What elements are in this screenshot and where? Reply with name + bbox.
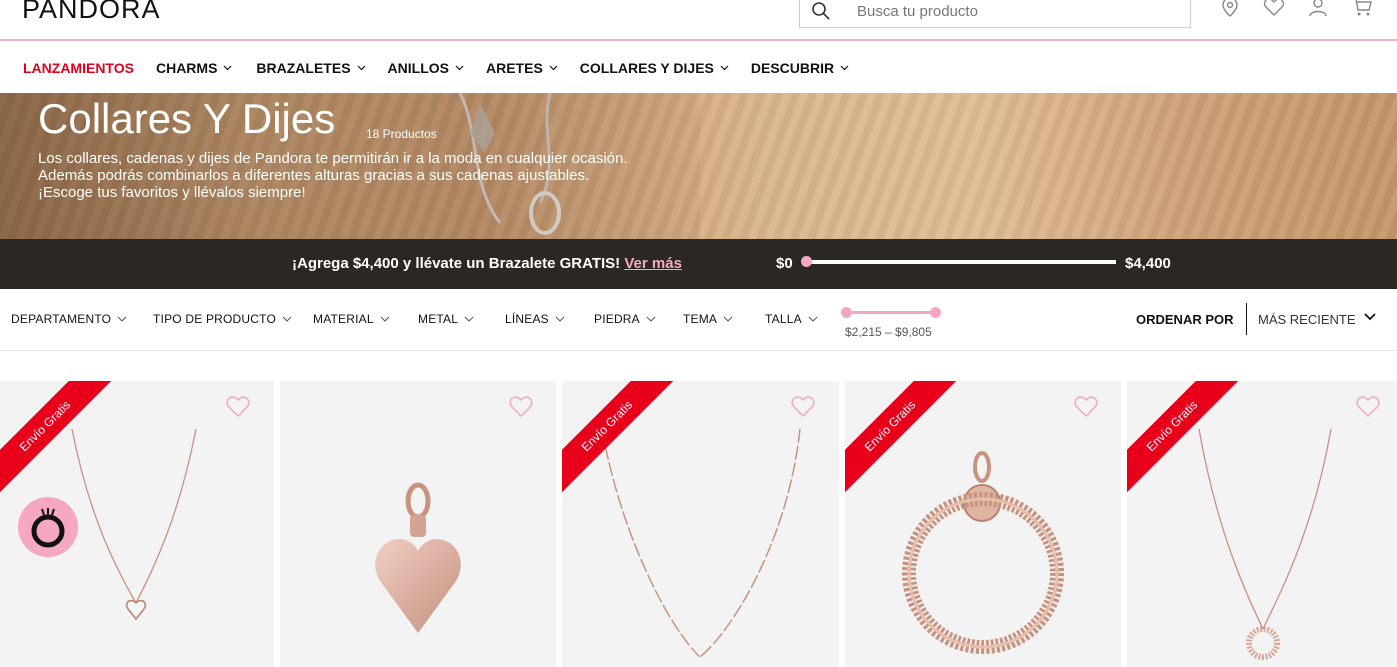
- main-nav: LANZAMIENTOS CHARMS BRAZALETES ANILLOS A…: [0, 43, 1397, 93]
- price-range-label: $2,215 – $9,805: [845, 325, 932, 339]
- nav-item-charms[interactable]: CHARMS: [156, 60, 232, 76]
- wishlist-heart-icon[interactable]: [508, 395, 534, 419]
- price-range-max-handle[interactable]: [930, 307, 941, 318]
- search-input[interactable]: [857, 2, 1157, 20]
- filter-talla[interactable]: TALLA: [765, 312, 818, 326]
- price-range-slider[interactable]: $2,215 – $9,805: [841, 307, 941, 339]
- filter-piedra[interactable]: PIEDRA: [594, 312, 656, 326]
- chevron-down-icon: [380, 316, 390, 322]
- promo-progress-knob: [801, 256, 812, 267]
- nav-item-aretes[interactable]: ARETES: [486, 60, 558, 76]
- nav-item-descubrir[interactable]: DESCUBRIR: [751, 60, 849, 76]
- wishlist-heart-icon[interactable]: [1355, 395, 1381, 419]
- filter-metal[interactable]: METAL: [418, 312, 474, 326]
- sort-select[interactable]: MÁS RECIENTE: [1246, 303, 1386, 335]
- user-icon[interactable]: [1307, 0, 1329, 18]
- chevron-down-icon: [455, 65, 464, 71]
- chevron-down-icon: [464, 316, 474, 322]
- nav-item-lanzamientos[interactable]: LANZAMIENTOS: [23, 60, 134, 76]
- chevron-down-icon: [555, 316, 565, 322]
- cart-icon[interactable]: [1351, 0, 1373, 18]
- filter-lineas[interactable]: LÍNEAS: [505, 312, 565, 326]
- price-range-track: [845, 311, 935, 314]
- product-card[interactable]: Envío Gratis: [1127, 381, 1397, 667]
- promo-progress-track: [806, 260, 1116, 264]
- pandora-o-badge: [18, 497, 78, 557]
- product-count: 18 Productos: [366, 127, 437, 141]
- filter-tipo-de-producto[interactable]: TIPO DE PRODUCTO: [153, 312, 292, 326]
- chevron-down-icon: [723, 316, 733, 322]
- chevron-down-icon: [840, 65, 849, 71]
- filter-departamento[interactable]: DEPARTAMENTO: [11, 312, 127, 326]
- chevron-down-icon: [1364, 313, 1376, 321]
- wishlist-heart-icon[interactable]: [790, 395, 816, 419]
- wishlist-heart-icon[interactable]: [1073, 395, 1099, 419]
- filter-bar: DEPARTAMENTO TIPO DE PRODUCTO MATERIAL M…: [0, 289, 1397, 351]
- search-icon[interactable]: [811, 1, 831, 21]
- promo-min: $0: [776, 255, 793, 272]
- nav-item-collares-y-dijes[interactable]: COLLARES Y DIJES: [580, 60, 729, 76]
- promo-bar: ¡Agrega $4,400 y llévate un Brazalete GR…: [0, 239, 1397, 289]
- chevron-down-icon: [117, 316, 127, 322]
- product-card[interactable]: Envío Gratis: [845, 381, 1121, 667]
- nav-item-brazaletes[interactable]: BRAZALETES: [256, 60, 365, 76]
- category-hero-banner: Collares Y Dijes 18 Productos Los collar…: [0, 93, 1397, 239]
- page-title: Collares Y Dijes: [38, 95, 336, 142]
- pandora-o-icon: [31, 508, 65, 548]
- product-card[interactable]: [280, 381, 556, 667]
- chevron-down-icon: [646, 316, 656, 322]
- price-range-min-handle[interactable]: [841, 307, 852, 318]
- filter-tema[interactable]: TEMA: [683, 312, 733, 326]
- product-image: [375, 482, 461, 633]
- product-card[interactable]: Envío Gratis: [562, 381, 839, 667]
- search-bar[interactable]: [799, 0, 1191, 28]
- sort-value: MÁS RECIENTE: [1258, 311, 1356, 327]
- chevron-down-icon: [808, 316, 818, 322]
- nav-item-anillos[interactable]: ANILLOS: [388, 60, 464, 76]
- promo-link[interactable]: Ver más: [624, 255, 682, 272]
- promo-max: $4,400: [1125, 255, 1171, 272]
- chevron-down-icon: [549, 65, 558, 71]
- sort-label: ORDENAR POR: [1136, 312, 1234, 327]
- category-description: Los collares, cadenas y dijes de Pandora…: [38, 150, 628, 201]
- chevron-down-icon: [357, 65, 366, 71]
- chevron-down-icon: [223, 65, 232, 71]
- filter-material[interactable]: MATERIAL: [313, 312, 390, 326]
- pandora-logo[interactable]: PANDORA: [22, 0, 161, 25]
- heart-icon[interactable]: [1263, 0, 1285, 18]
- chevron-down-icon: [720, 65, 729, 71]
- chevron-down-icon: [282, 316, 292, 322]
- header-icons: [1219, 0, 1373, 18]
- wishlist-heart-icon[interactable]: [225, 395, 251, 419]
- site-header: PANDORA: [0, 0, 1397, 41]
- product-card[interactable]: Envío Gratis: [0, 381, 274, 667]
- location-pin-icon[interactable]: [1219, 0, 1241, 18]
- promo-message: ¡Agrega $4,400 y llévate un Brazalete GR…: [292, 255, 682, 272]
